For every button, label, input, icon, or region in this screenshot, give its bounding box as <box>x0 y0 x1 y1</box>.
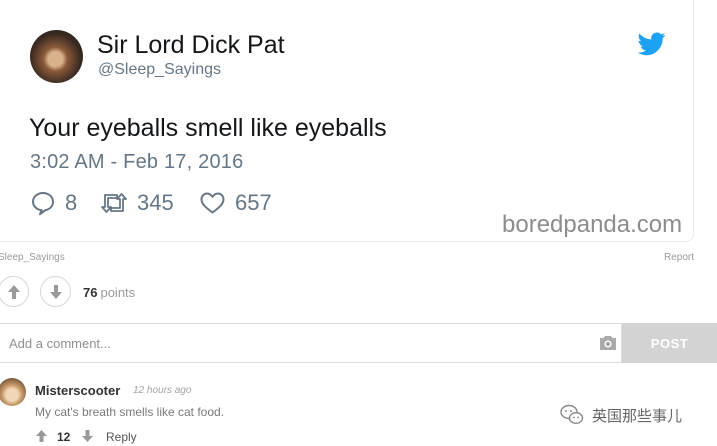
upvote-button[interactable] <box>0 276 29 307</box>
source-handle[interactable]: Sleep_Sayings <box>0 252 65 263</box>
commenter-avatar[interactable] <box>0 378 26 406</box>
wechat-icon <box>560 404 584 425</box>
comment-input[interactable] <box>0 324 590 362</box>
tweet-text: Your eyeballs smell like eyeballs <box>29 114 387 142</box>
commenter-name[interactable]: Misterscooter <box>35 383 120 398</box>
boredpanda-watermark: boredpanda.com <box>502 211 683 238</box>
reply-bubble-icon <box>32 192 54 216</box>
embedded-tweet: Sir Lord Dick Pat @Sleep_Sayings Your ey… <box>0 0 694 242</box>
points-display: 76 points <box>83 285 135 300</box>
author-name[interactable]: Sir Lord Dick Pat <box>97 31 285 60</box>
comment-vote-count: 12 <box>57 430 71 444</box>
retweet-icon <box>101 193 127 213</box>
retweet-count: 345 <box>137 190 174 215</box>
report-link[interactable]: Report <box>664 252 694 263</box>
arrow-down-icon <box>49 284 62 299</box>
camera-icon[interactable] <box>599 335 617 351</box>
comment-reply-link[interactable]: Reply <box>106 430 137 444</box>
reply-action[interactable]: 8 <box>30 189 77 217</box>
points-count: 76 <box>83 285 98 300</box>
comment-downvote-icon[interactable] <box>81 429 94 443</box>
tweet-timestamp[interactable]: 3:02 AM - Feb 17, 2016 <box>30 151 243 174</box>
author-handle[interactable]: @Sleep_Sayings <box>98 61 221 79</box>
comment-upvote-icon[interactable] <box>35 429 48 443</box>
twitter-bird-icon[interactable] <box>638 32 666 56</box>
author-avatar[interactable] <box>30 30 83 83</box>
like-action[interactable]: 657 <box>199 189 272 217</box>
points-unit: points <box>100 285 136 300</box>
downvote-button[interactable] <box>40 276 71 307</box>
retweet-action[interactable]: 345 <box>100 189 174 217</box>
arrow-up-icon <box>7 284 20 299</box>
like-count: 657 <box>235 190 272 215</box>
comment-form <box>0 323 622 363</box>
wechat-account-label: 英国那些事儿 <box>592 408 683 425</box>
comment-time: 12 hours ago <box>133 385 192 396</box>
comment-text: My cat's breath smells like cat food. <box>35 405 225 419</box>
reply-count: 8 <box>65 190 78 215</box>
post-comment-button[interactable]: POST <box>622 323 717 363</box>
heart-icon <box>200 192 225 214</box>
